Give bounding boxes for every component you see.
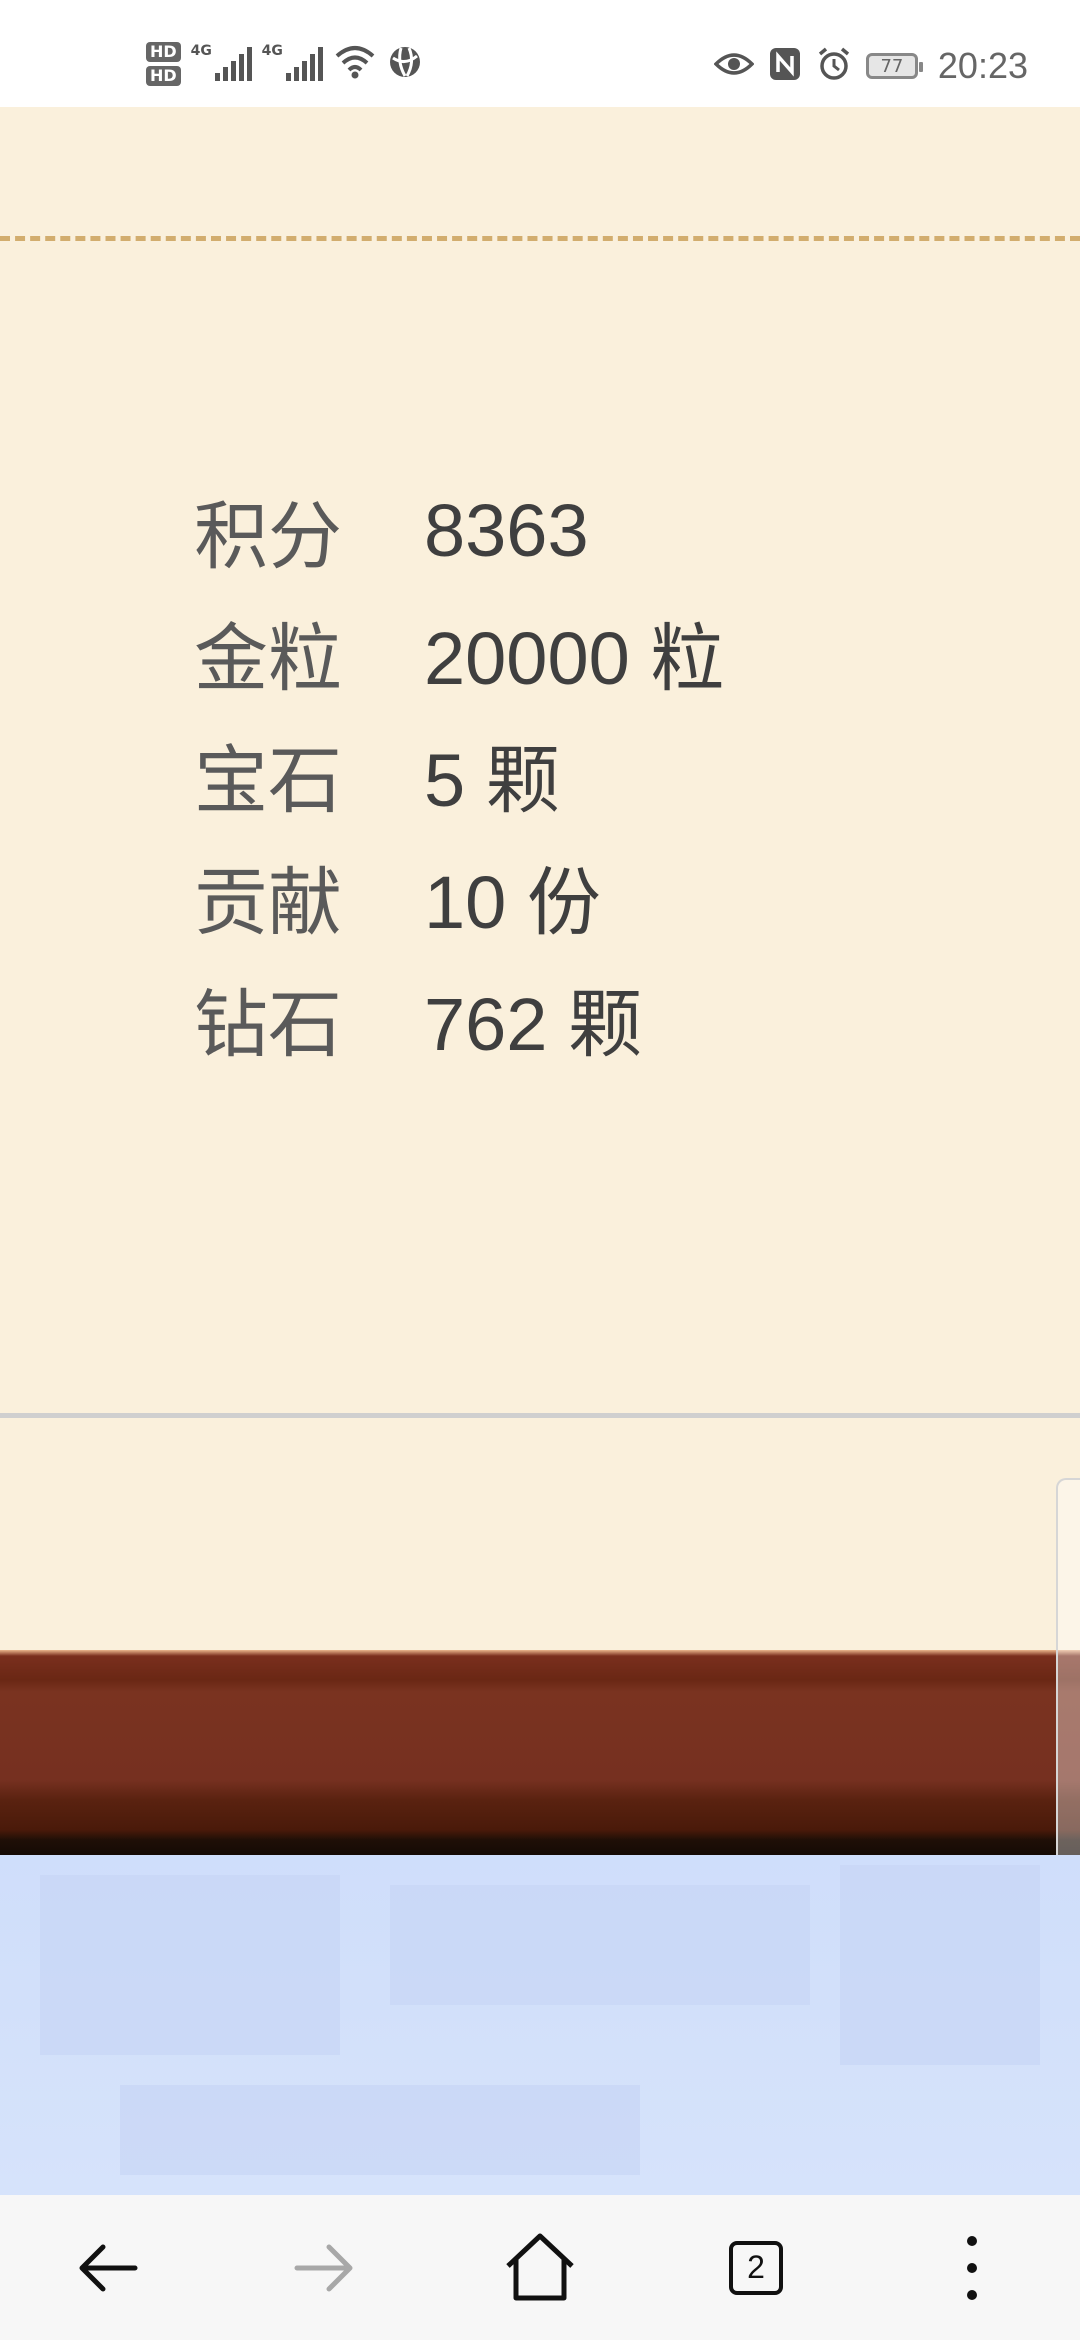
hd-indicators: HD HD (146, 42, 181, 86)
globe-icon (387, 44, 423, 84)
battery-icon: 77 (865, 53, 923, 79)
stat-value: 5 颗 (424, 738, 560, 822)
stat-label: 积分 (194, 494, 342, 578)
home-button[interactable] (470, 2195, 610, 2340)
status-time: 20:23 (937, 45, 1028, 86)
status-bar-left: HD HD 4G 4G (146, 30, 423, 98)
stats-panel: 积分 8363 金粒 20000 粒 宝石 5 颗 贡献 10 份 钻石 762… (0, 107, 1080, 1657)
stat-row-gold-grains: 金粒 20000 粒 (194, 591, 724, 713)
tabs-count: 2 (729, 2240, 783, 2295)
status-bar: HD HD 4G 4G 77 20:23 (0, 0, 1080, 107)
stat-value: 10 份 (424, 860, 601, 944)
brown-banner (0, 1650, 1080, 1855)
stat-label: 宝石 (194, 738, 342, 822)
network-type-2: 4G (261, 43, 283, 59)
more-vertical-icon (967, 2235, 977, 2300)
stat-row-contribution: 贡献 10 份 (194, 835, 724, 957)
home-icon (506, 2233, 574, 2300)
alarm-icon (816, 46, 852, 86)
status-bar-right: 77 20:23 (713, 36, 1028, 96)
nfc-icon (768, 46, 802, 86)
stat-label: 贡献 (194, 860, 342, 944)
forward-button[interactable] (254, 2195, 394, 2340)
stat-value: 762 颗 (424, 982, 643, 1066)
stat-value: 8363 (424, 488, 589, 572)
stat-row-diamonds: 钻石 762 颗 (194, 957, 724, 1079)
back-button[interactable] (38, 2195, 178, 2340)
stat-value: 20000 粒 (424, 616, 725, 700)
stat-label: 钻石 (194, 982, 342, 1066)
dashed-divider (0, 236, 1080, 241)
solid-divider (0, 1413, 1080, 1418)
arrow-right-icon (294, 2244, 353, 2291)
cellular-signal-2-icon: 4G (262, 43, 323, 81)
stat-label: 金粒 (194, 616, 342, 700)
tabs-button[interactable]: 2 (686, 2195, 826, 2340)
scroll-handle[interactable] (1056, 1478, 1080, 1900)
menu-button[interactable] (902, 2195, 1042, 2340)
arrow-left-icon (79, 2244, 138, 2291)
hd-badge-2: HD (146, 66, 181, 86)
eye-icon (713, 50, 755, 82)
battery-level: 77 (880, 55, 904, 77)
stats-list: 积分 8363 金粒 20000 粒 宝石 5 颗 贡献 10 份 钻石 762… (194, 469, 724, 1079)
network-type-1: 4G (190, 43, 212, 59)
blurred-content-area (0, 1855, 1080, 2195)
stat-row-gems: 宝石 5 颗 (194, 713, 724, 835)
hd-badge-1: HD (146, 42, 181, 62)
stat-row-points: 积分 8363 (194, 469, 724, 591)
cellular-signal-1-icon: 4G (191, 43, 252, 81)
wifi-icon (333, 44, 377, 84)
browser-bottom-nav: 2 (0, 2195, 1080, 2340)
